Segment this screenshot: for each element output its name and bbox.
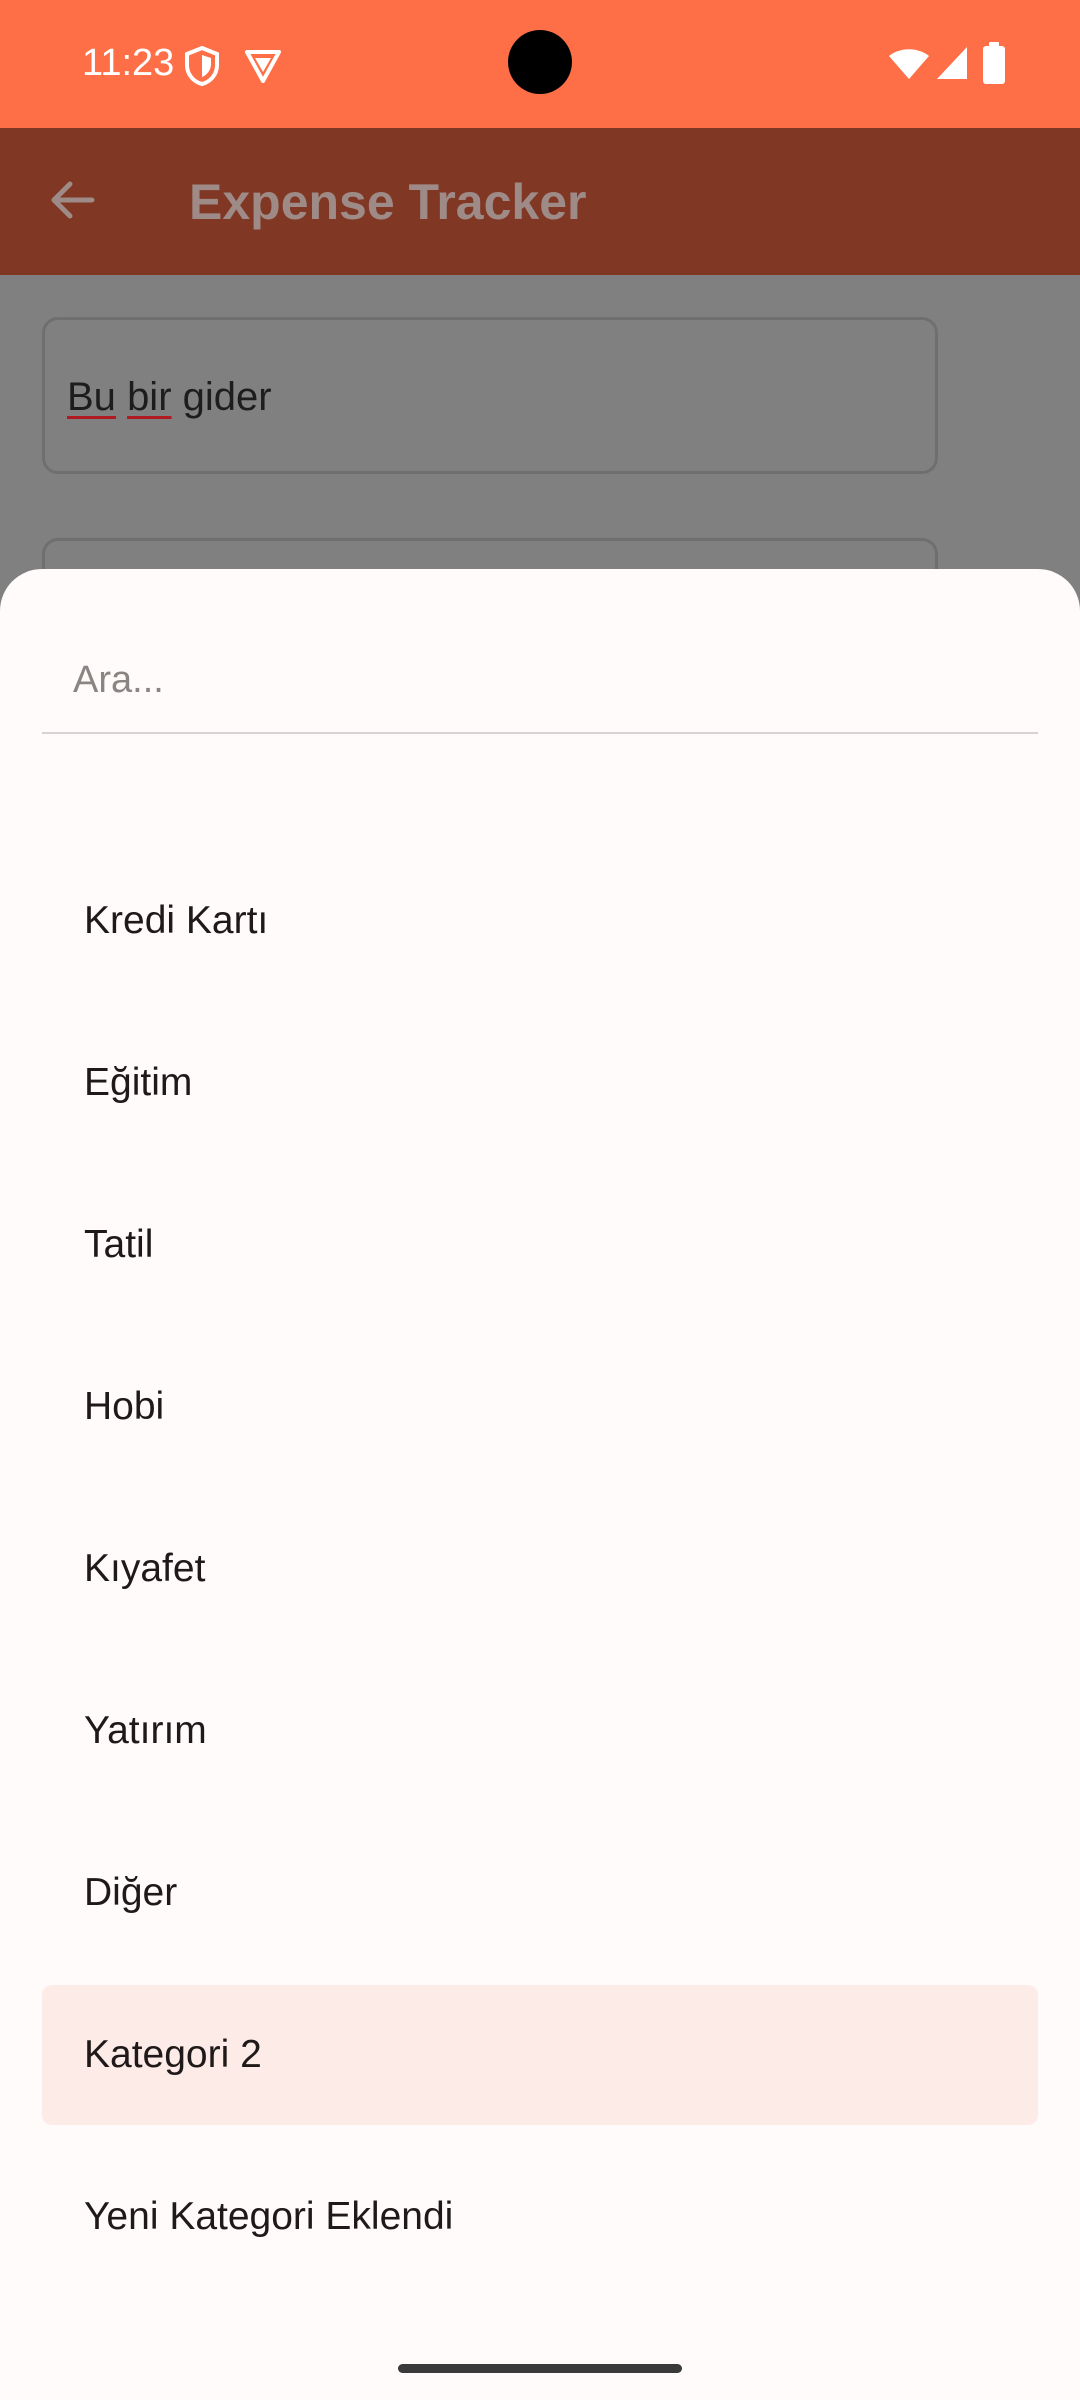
list-item-hobi[interactable]: Hobi xyxy=(42,1337,1038,1477)
shield-icon xyxy=(185,46,219,86)
category-bottom-sheet: Kredi Kartı Eğitim Tatil Hobi Kıyafet Ya… xyxy=(0,569,1080,2400)
status-time: 11:23 xyxy=(82,42,175,84)
list-item-label: Tatil xyxy=(84,1223,154,1266)
wifi-icon xyxy=(889,49,929,79)
list-item-egitim[interactable]: Eğitim xyxy=(42,1013,1038,1153)
camera-cutout xyxy=(508,30,572,94)
list-item-label: Yeni Kategori Eklendi xyxy=(84,2195,454,2238)
app-title: Expense Tracker xyxy=(189,174,587,230)
list-item-label: Diğer xyxy=(84,1871,178,1914)
arrow-back-icon[interactable] xyxy=(44,172,100,228)
list-item-yatirim[interactable]: Yatırım xyxy=(42,1661,1038,1801)
home-indicator[interactable] xyxy=(398,2364,682,2373)
list-item-label: Eğitim xyxy=(84,1061,193,1104)
screen: 11:23 Expense Tracker Bu bir gider Ara..… xyxy=(0,0,1080,2400)
list-item-yeni-kategori-eklendi[interactable]: Yeni Kategori Eklendi xyxy=(42,2147,1038,2287)
cell-signal-icon xyxy=(937,47,967,79)
list-item-label: Kategori 2 xyxy=(84,2033,262,2076)
list-item-label: Yatırım xyxy=(84,1709,207,1752)
list-item-diger[interactable]: Diğer xyxy=(42,1823,1038,1963)
list-item-label: Kıyafet xyxy=(84,1547,206,1590)
search-input[interactable] xyxy=(42,629,1038,734)
list-item-kredi-karti[interactable]: Kredi Kartı xyxy=(42,851,1038,991)
list-item-label: Hobi xyxy=(84,1385,165,1428)
description-value: Bu bir gider xyxy=(67,375,272,419)
status-bar: 11:23 xyxy=(0,0,1080,128)
vpn-badge-icon xyxy=(245,50,281,83)
battery-icon xyxy=(983,42,1005,84)
list-item-kategori-2[interactable]: Kategori 2 xyxy=(42,1985,1038,2125)
description-field[interactable]: Bu bir gider xyxy=(42,317,938,474)
list-item-tatil[interactable]: Tatil xyxy=(42,1175,1038,1315)
list-item-kiyafet[interactable]: Kıyafet xyxy=(42,1499,1038,1639)
list-item-label: Kredi Kartı xyxy=(84,899,269,942)
